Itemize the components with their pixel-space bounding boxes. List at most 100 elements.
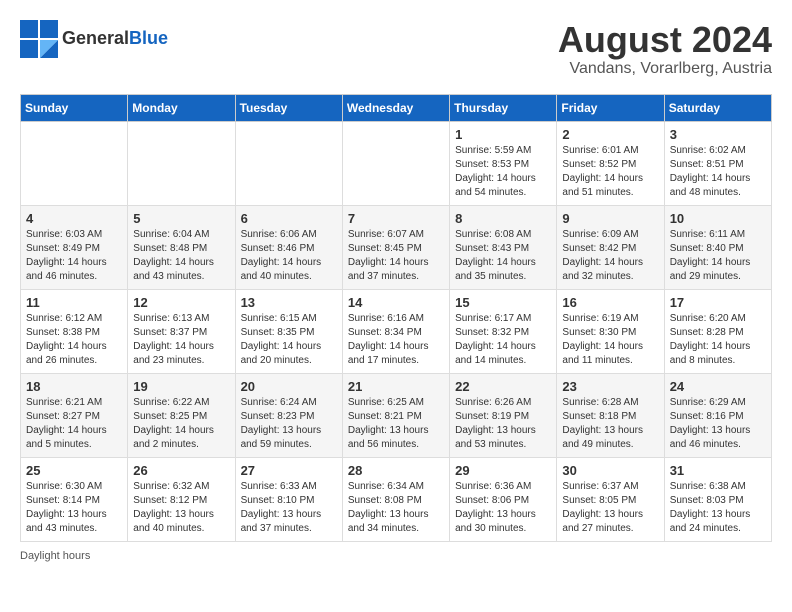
day-info: Sunrise: 6:08 AM Sunset: 8:43 PM Dayligh… (455, 228, 551, 284)
calendar-cell: 9 Sunrise: 6:09 AM Sunset: 8:42 PM Daylig… (557, 205, 664, 289)
title-area: August 2024 Vandans, Vorarlberg, Austria (558, 20, 772, 78)
calendar-cell (128, 121, 235, 205)
calendar-week-row: 25Sunrise: 6:30 AM Sunset: 8:14 PM Dayli… (21, 457, 772, 541)
day-info: Sunrise: 6:01 AM Sunset: 8:52 PM Dayligh… (562, 144, 658, 200)
day-number: 4 (26, 211, 122, 226)
day-number: 11 (26, 295, 122, 310)
calendar-cell: 27 Sunrise: 6:33 AM Sunset: 8:10 PM Dayli… (235, 457, 342, 541)
logo: GeneralBlue (20, 20, 168, 58)
day-number: 17 (670, 295, 766, 310)
calendar-cell: 19Sunrise: 6:22 AM Sunset: 8:25 PM Dayli… (128, 373, 235, 457)
day-info: Sunrise: 6:38 AM Sunset: 8:03 PM Dayligh… (670, 480, 766, 536)
day-info: Sunrise: 6:03 AM Sunset: 8:49 PM Dayligh… (26, 228, 122, 284)
day-number: 2 (562, 127, 658, 142)
col-header-sunday: Sunday (21, 94, 128, 121)
day-number: 12 (133, 295, 229, 310)
calendar-cell: 15 Sunrise: 6:17 AM Sunset: 8:32 PM Dayli… (450, 289, 557, 373)
day-number: 15 (455, 295, 551, 310)
calendar-cell: 1 Sunrise: 5:59 AM Sunset: 8:53 PM Daylig… (450, 121, 557, 205)
logo-general: General (62, 28, 129, 48)
day-number: 23 (562, 379, 658, 394)
calendar-cell: 20Sunrise: 6:24 AM Sunset: 8:23 PM Dayli… (235, 373, 342, 457)
day-info: Sunrise: 6:32 AM Sunset: 8:12 PM Dayligh… (133, 480, 229, 536)
logo-blue: Blue (129, 28, 168, 48)
day-info: Sunrise: 6:15 AM Sunset: 8:35 PM Dayligh… (241, 312, 337, 368)
day-info: Sunrise: 6:25 AM Sunset: 8:21 PM Dayligh… (348, 396, 444, 452)
day-info: Sunrise: 6:04 AM Sunset: 8:48 PM Dayligh… (133, 228, 229, 284)
day-number: 14 (348, 295, 444, 310)
calendar-header-row: SundayMondayTuesdayWednesdayThursdayFrid… (21, 94, 772, 121)
calendar-cell: 18Sunrise: 6:21 AM Sunset: 8:27 PM Dayli… (21, 373, 128, 457)
calendar-cell: 7Sunrise: 6:07 AM Sunset: 8:45 PM Daylig… (342, 205, 449, 289)
day-number: 13 (241, 295, 337, 310)
calendar-cell: 3Sunrise: 6:02 AM Sunset: 8:51 PM Daylig… (664, 121, 771, 205)
day-info: Sunrise: 6:16 AM Sunset: 8:34 PM Dayligh… (348, 312, 444, 368)
page-header: GeneralBlue August 2024 Vandans, Vorarlb… (20, 20, 772, 78)
day-number: 31 (670, 463, 766, 478)
calendar-cell: 26 Sunrise: 6:32 AM Sunset: 8:12 PM Dayli… (128, 457, 235, 541)
day-info: Sunrise: 6:19 AM Sunset: 8:30 PM Dayligh… (562, 312, 658, 368)
day-info: Sunrise: 6:11 AM Sunset: 8:40 PM Dayligh… (670, 228, 766, 284)
calendar-cell: 4 Sunrise: 6:03 AM Sunset: 8:49 PM Daylig… (21, 205, 128, 289)
col-header-monday: Monday (128, 94, 235, 121)
day-info: Sunrise: 6:36 AM Sunset: 8:06 PM Dayligh… (455, 480, 551, 536)
day-number: 5 (133, 211, 229, 226)
calendar-cell: 17Sunrise: 6:20 AM Sunset: 8:28 PM Dayli… (664, 289, 771, 373)
calendar-cell: 11 Sunrise: 6:12 AM Sunset: 8:38 PM Dayli… (21, 289, 128, 373)
day-number: 29 (455, 463, 551, 478)
calendar-cell: 16 Sunrise: 6:19 AM Sunset: 8:30 PM Dayli… (557, 289, 664, 373)
calendar-cell: 24Sunrise: 6:29 AM Sunset: 8:16 PM Dayli… (664, 373, 771, 457)
calendar-cell (235, 121, 342, 205)
day-info: Sunrise: 6:24 AM Sunset: 8:23 PM Dayligh… (241, 396, 337, 452)
calendar-cell (342, 121, 449, 205)
day-info: Sunrise: 5:59 AM Sunset: 8:53 PM Dayligh… (455, 144, 551, 200)
col-header-saturday: Saturday (664, 94, 771, 121)
calendar-cell: 14 Sunrise: 6:16 AM Sunset: 8:34 PM Dayli… (342, 289, 449, 373)
day-info: Sunrise: 6:37 AM Sunset: 8:05 PM Dayligh… (562, 480, 658, 536)
day-number: 1 (455, 127, 551, 142)
calendar-cell: 8Sunrise: 6:08 AM Sunset: 8:43 PM Daylig… (450, 205, 557, 289)
day-number: 25 (26, 463, 122, 478)
calendar-cell: 5 Sunrise: 6:04 AM Sunset: 8:48 PM Daylig… (128, 205, 235, 289)
calendar-cell: 10Sunrise: 6:11 AM Sunset: 8:40 PM Dayli… (664, 205, 771, 289)
day-info: Sunrise: 6:22 AM Sunset: 8:25 PM Dayligh… (133, 396, 229, 452)
day-number: 6 (241, 211, 337, 226)
calendar-cell: 28Sunrise: 6:34 AM Sunset: 8:08 PM Dayli… (342, 457, 449, 541)
calendar-week-row: 18Sunrise: 6:21 AM Sunset: 8:27 PM Dayli… (21, 373, 772, 457)
calendar-cell: 2 Sunrise: 6:01 AM Sunset: 8:52 PM Daylig… (557, 121, 664, 205)
logo-icon (20, 20, 58, 58)
location-subtitle: Vandans, Vorarlberg, Austria (558, 60, 772, 78)
day-info: Sunrise: 6:33 AM Sunset: 8:10 PM Dayligh… (241, 480, 337, 536)
calendar-cell: 13 Sunrise: 6:15 AM Sunset: 8:35 PM Dayli… (235, 289, 342, 373)
calendar-cell: 23Sunrise: 6:28 AM Sunset: 8:18 PM Dayli… (557, 373, 664, 457)
day-info: Sunrise: 6:12 AM Sunset: 8:38 PM Dayligh… (26, 312, 122, 368)
day-number: 24 (670, 379, 766, 394)
day-info: Sunrise: 6:13 AM Sunset: 8:37 PM Dayligh… (133, 312, 229, 368)
col-header-friday: Friday (557, 94, 664, 121)
day-number: 26 (133, 463, 229, 478)
calendar-cell: 31 Sunrise: 6:38 AM Sunset: 8:03 PM Dayli… (664, 457, 771, 541)
day-number: 27 (241, 463, 337, 478)
day-number: 9 (562, 211, 658, 226)
day-info: Sunrise: 6:17 AM Sunset: 8:32 PM Dayligh… (455, 312, 551, 368)
day-number: 7 (348, 211, 444, 226)
col-header-thursday: Thursday (450, 94, 557, 121)
calendar-week-row: 4 Sunrise: 6:03 AM Sunset: 8:49 PM Daylig… (21, 205, 772, 289)
month-year-title: August 2024 (558, 20, 772, 60)
calendar-week-row: 1 Sunrise: 5:59 AM Sunset: 8:53 PM Daylig… (21, 121, 772, 205)
calendar-cell: 22Sunrise: 6:26 AM Sunset: 8:19 PM Dayli… (450, 373, 557, 457)
day-info: Sunrise: 6:09 AM Sunset: 8:42 PM Dayligh… (562, 228, 658, 284)
day-number: 18 (26, 379, 122, 394)
calendar-cell: 12 Sunrise: 6:13 AM Sunset: 8:37 PM Dayli… (128, 289, 235, 373)
col-header-wednesday: Wednesday (342, 94, 449, 121)
calendar-cell (21, 121, 128, 205)
col-header-tuesday: Tuesday (235, 94, 342, 121)
day-info: Sunrise: 6:06 AM Sunset: 8:46 PM Dayligh… (241, 228, 337, 284)
calendar-cell: 30 Sunrise: 6:37 AM Sunset: 8:05 PM Dayli… (557, 457, 664, 541)
day-info: Sunrise: 6:26 AM Sunset: 8:19 PM Dayligh… (455, 396, 551, 452)
day-number: 30 (562, 463, 658, 478)
day-number: 16 (562, 295, 658, 310)
calendar-cell: 21 Sunrise: 6:25 AM Sunset: 8:21 PM Dayli… (342, 373, 449, 457)
day-info: Sunrise: 6:02 AM Sunset: 8:51 PM Dayligh… (670, 144, 766, 200)
day-number: 21 (348, 379, 444, 394)
